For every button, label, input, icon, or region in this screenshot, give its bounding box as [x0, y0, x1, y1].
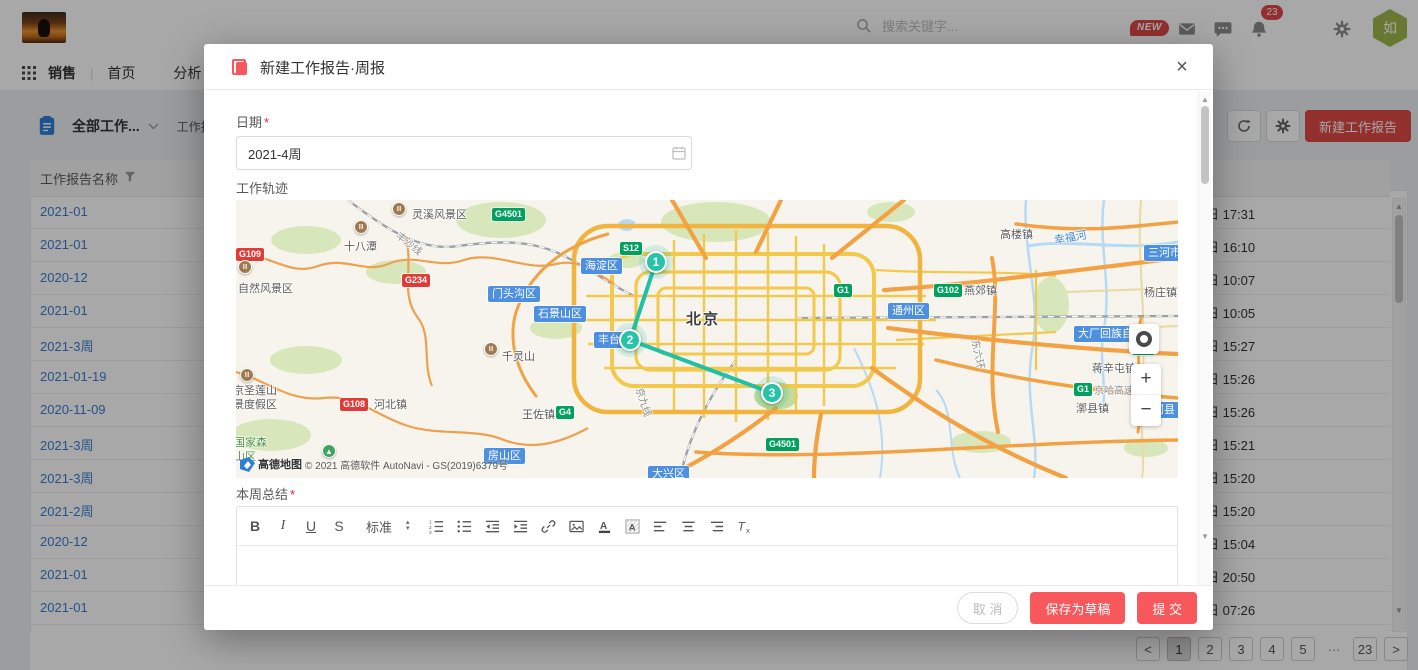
track-marker-3: 3 — [761, 382, 783, 404]
page: 搜索关键字... NEW 23 如 销售|首页分析线索 全部工作... — [0, 0, 1418, 670]
map-label: 十八潭 — [344, 238, 377, 254]
map-attribution: 高德地图 © 2021 高德软件 AutoNavi - GS(2019)6379… — [240, 456, 508, 472]
map-label: S12 — [620, 242, 642, 255]
map-label: 河北镇 — [374, 396, 407, 412]
required-mark: * — [264, 115, 269, 130]
underline-button[interactable]: U — [299, 514, 323, 538]
map-label: 北京 — [686, 308, 720, 329]
map-label: 通州区 — [888, 303, 929, 319]
map-label: 大兴区 — [648, 466, 689, 478]
scroll-down-icon[interactable]: ▼ — [1199, 532, 1211, 541]
locate-icon — [1136, 331, 1152, 347]
map-label: G109 — [236, 248, 264, 261]
map-label: 灵溪风景区 — [412, 206, 467, 222]
svg-text:3: 3 — [429, 530, 432, 534]
align-right-button[interactable] — [705, 514, 729, 538]
bold-button[interactable]: B — [243, 514, 267, 538]
map-label: G4501 — [766, 438, 799, 451]
report-icon — [232, 59, 247, 75]
map-copyright: © 2021 高德软件 AutoNavi - GS(2019)6379号 — [305, 457, 508, 472]
image-button[interactable] — [565, 514, 589, 538]
new-report-modal: 新建工作报告·周报 × 日期* 工作轨迹 — [204, 44, 1213, 630]
map-canvas — [236, 200, 1178, 478]
required-mark: * — [290, 487, 295, 502]
map-label: 蒋辛屯镇 — [1092, 360, 1136, 376]
map-label: 石景山区 — [534, 306, 586, 322]
map-label: G4501 — [492, 208, 525, 221]
zoom-out-button[interactable]: − — [1131, 395, 1161, 425]
clear-format-button[interactable]: Tx — [733, 514, 757, 538]
date-input[interactable] — [236, 136, 692, 170]
submit-button[interactable]: 提 交 — [1137, 592, 1197, 624]
modal-header: 新建工作报告·周报 × — [204, 44, 1213, 90]
temple-icon: Ⅲ — [354, 220, 368, 234]
map-label: 王佐镇 — [522, 406, 555, 422]
map-label: G234 — [402, 274, 430, 287]
temple-icon: Ⅲ — [238, 260, 252, 274]
background-color-button[interactable]: A — [621, 514, 645, 538]
map-locate-button[interactable] — [1129, 324, 1159, 354]
link-button[interactable] — [537, 514, 561, 538]
save-draft-button[interactable]: 保存为草稿 — [1030, 592, 1125, 624]
map-label: 京哈高速 — [1094, 382, 1134, 397]
map-label: G108 — [340, 398, 368, 411]
map-brand: 高德地图 — [258, 456, 302, 472]
unordered-list-button[interactable] — [453, 514, 477, 538]
modal-scrollbar-thumb[interactable] — [1201, 106, 1209, 184]
modal-title: 新建工作报告·周报 — [260, 57, 385, 78]
map-label: 千灵山 — [502, 348, 535, 364]
date-label: 日期* — [236, 112, 269, 131]
scroll-up-icon[interactable]: ▲ — [1199, 95, 1211, 104]
map-label: G4 — [556, 406, 574, 419]
temple-icon: Ⅲ — [240, 368, 254, 382]
svg-text:A: A — [600, 520, 608, 531]
align-left-button[interactable] — [649, 514, 673, 538]
track-marker-1: 1 — [645, 251, 667, 273]
map-label: 海淀区 — [581, 258, 622, 274]
map-label: 自然风景区 — [238, 280, 293, 296]
map-label: 杨庄镇 — [1144, 284, 1177, 300]
map-label: G1 — [834, 284, 852, 297]
amap-logo-icon — [240, 457, 255, 472]
indent-button[interactable] — [509, 514, 533, 538]
track-marker-2: 2 — [619, 329, 641, 351]
map-label: 漷县镇 — [1076, 400, 1109, 416]
map-zoom-control: + − — [1131, 364, 1161, 426]
strikethrough-button[interactable]: S — [327, 514, 351, 538]
modal-footer: 取 消 保存为草稿 提 交 — [204, 585, 1213, 630]
temple-icon: Ⅲ — [484, 342, 498, 356]
font-style-button[interactable]: 标准▴▾ — [363, 514, 413, 538]
summary-label: 本周总结* — [236, 484, 295, 503]
map-label: G1 — [1074, 383, 1092, 396]
map-label: 高楼镇 — [1000, 226, 1033, 242]
map-label: G102 — [934, 284, 962, 297]
map-label: 风景度假区 — [236, 396, 277, 412]
close-icon[interactable]: × — [1169, 54, 1195, 80]
cancel-button[interactable]: 取 消 — [957, 592, 1019, 624]
zoom-in-button[interactable]: + — [1131, 364, 1161, 395]
ordered-list-button[interactable]: 123 — [425, 514, 449, 538]
italic-button[interactable]: I — [271, 514, 295, 538]
outdent-button[interactable] — [481, 514, 505, 538]
font-color-button[interactable]: A — [593, 514, 617, 538]
temple-icon: Ⅲ — [392, 202, 406, 216]
modal-scrollbar[interactable]: ▲ ▼ — [1198, 92, 1211, 590]
track-label: 工作轨迹 — [236, 178, 288, 197]
editor-toolbar: BIUS 标准▴▾ 123 A A Tx — [237, 507, 1177, 546]
work-track-map[interactable]: 灵溪风景区十八潭自然风景区千灵山 高楼镇燕郊镇 杨庄镇蒋辛屯镇河北镇王佐镇 漷县镇 北京… — [236, 200, 1178, 478]
map-label: 燕郊镇 — [964, 282, 997, 298]
map-label: 门头沟区 — [488, 286, 540, 302]
svg-text:x: x — [745, 526, 749, 534]
svg-text:A: A — [629, 522, 636, 532]
calendar-icon[interactable] — [672, 146, 686, 160]
map-label: 三河市 — [1144, 245, 1178, 261]
align-center-button[interactable] — [677, 514, 701, 538]
